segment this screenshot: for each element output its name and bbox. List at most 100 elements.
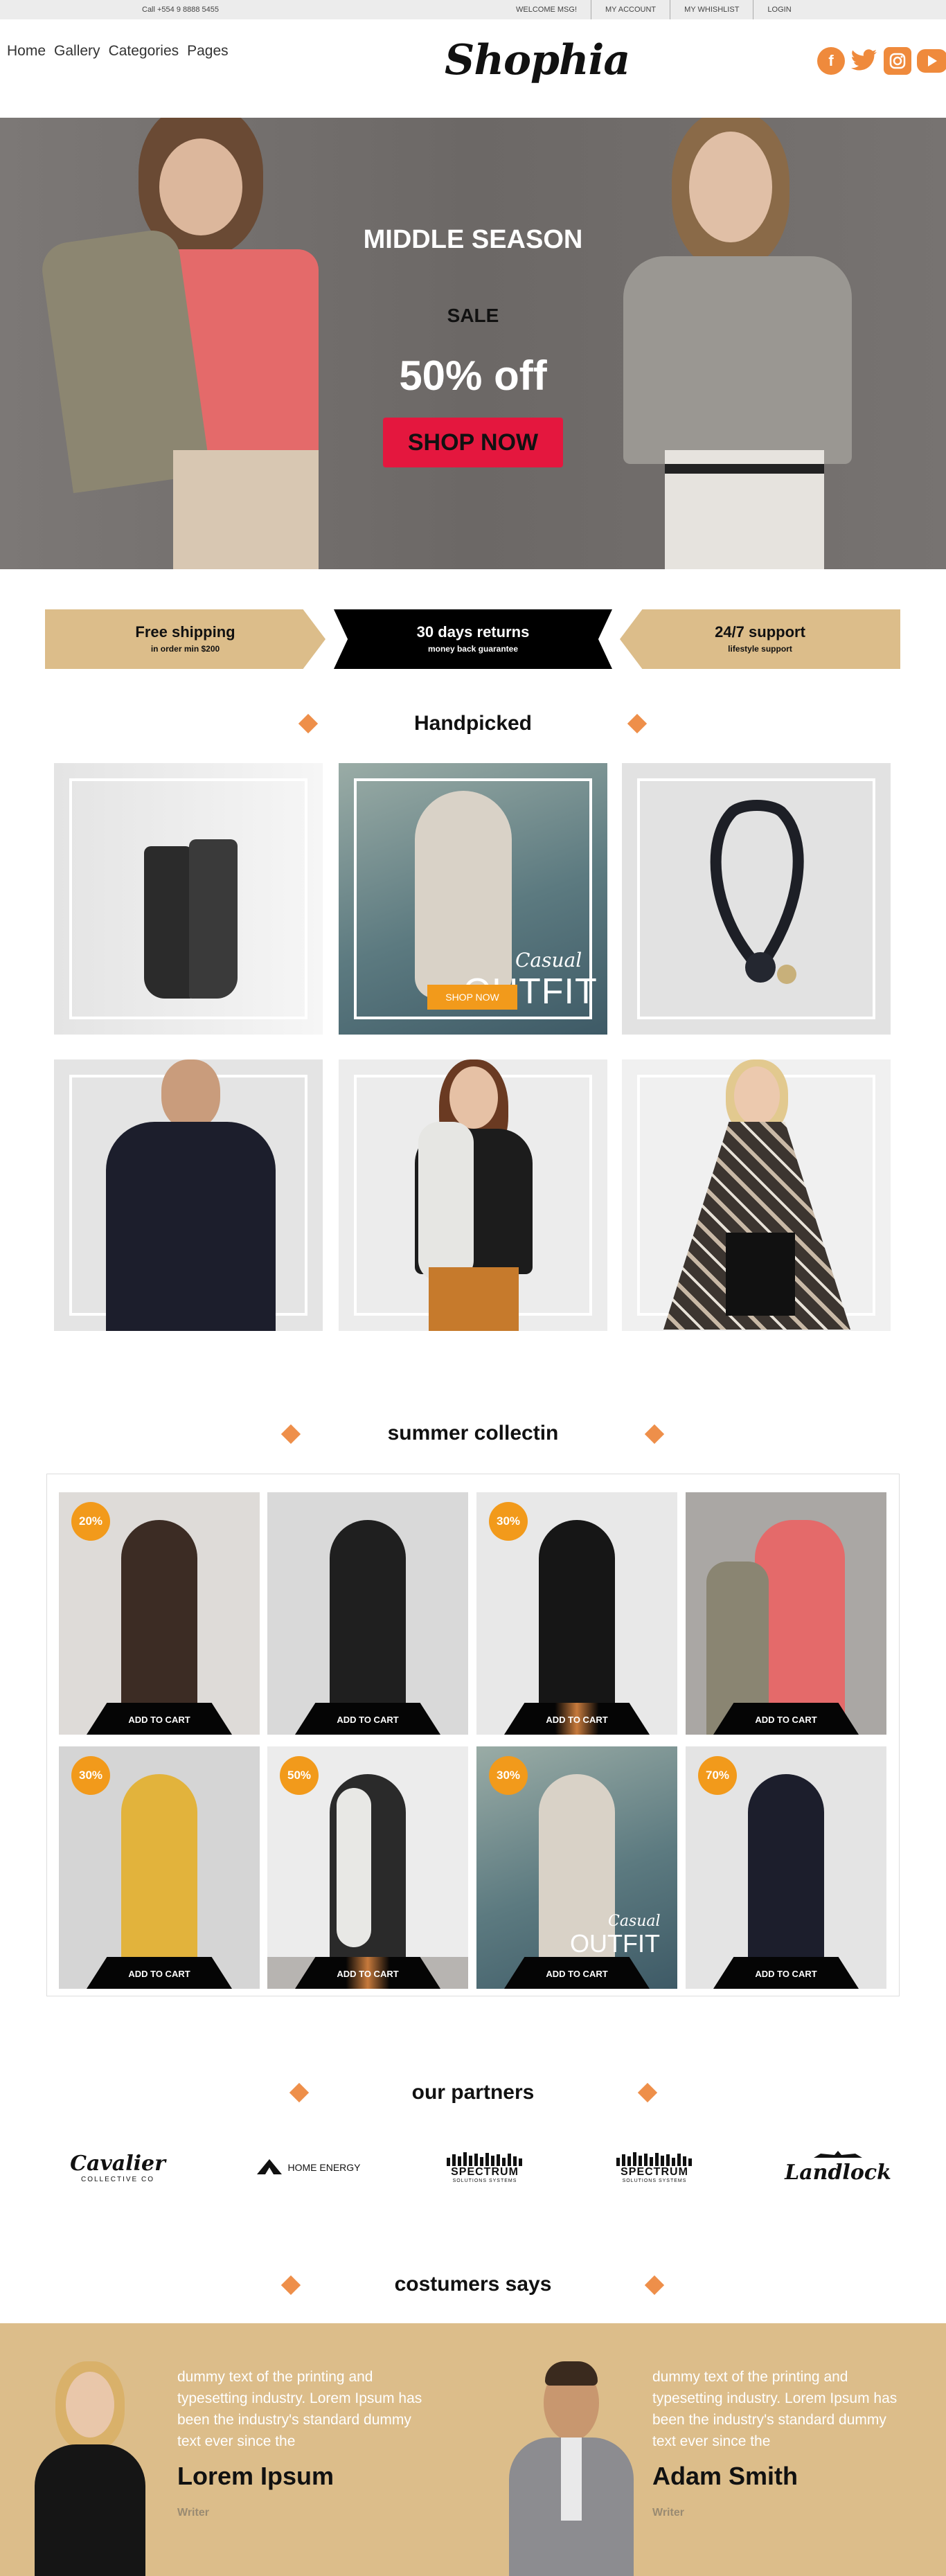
testimonial-avatar [502,2347,634,2576]
login-link[interactable]: LOGIN [753,0,805,19]
man-head [161,1059,220,1129]
add-to-cart-button[interactable]: ADD TO CART [504,1703,650,1735]
testimonial-avatar [28,2347,152,2576]
testimonial-quote: dummy text of the printing and typesetti… [177,2369,422,2449]
testimonial-role: Writer [652,2507,684,2519]
banner-title: Free shipping [135,623,235,641]
outfit-script: Casual [515,949,582,972]
partner-logo-home-energy[interactable]: HOME ENERGY [249,2136,367,2199]
add-to-cart-button[interactable]: ADD TO CART [87,1703,232,1735]
testimonial-role: Writer [177,2507,209,2519]
hero-model-left [38,118,388,569]
handpicked-woman-cape[interactable] [622,1059,891,1331]
product-card[interactable]: ADD TO CART [267,1492,468,1735]
product-card[interactable]: 30% ADD TO CART [476,1492,677,1735]
nav-gallery[interactable]: Gallery [54,43,100,60]
partner-logo-landlock[interactable]: Landlock [783,2136,893,2199]
partner-logo-spectrum[interactable]: SPECTRUM SOLUTIONS SYSTEMS [440,2136,530,2199]
top-bar: Call +554 9 8888 5455 WELCOME MSG! MY AC… [0,0,946,19]
discount-badge: 50% [280,1756,319,1795]
product-image [121,1774,197,1989]
add-to-cart-button[interactable]: ADD TO CART [713,1703,859,1735]
product-image [330,1520,406,1735]
partner-name: HOME ENERGY [287,2162,361,2173]
cape-skirt [726,1233,795,1316]
my-wishlist-link[interactable]: MY WHISHLIST [670,0,754,19]
partner-sub: SOLUTIONS SYSTEMS [622,2178,687,2183]
phone-number: Call +554 9 8888 5455 [142,6,220,14]
instagram-icon[interactable] [884,47,911,75]
woman-scarf [418,1122,474,1281]
handpicked-casual-outfit[interactable]: Casual OUTFIT SHOP NOW [339,763,607,1035]
hero-discount: 50% off [399,352,547,399]
testimonial-name: Adam Smith [652,2462,798,2490]
testimonial-name: Lorem Ipsum [177,2462,334,2490]
discount-badge: 30% [489,1756,528,1795]
handpicked-necklace[interactable] [622,763,891,1035]
testimonial-quote: dummy text of the printing and typesetti… [652,2369,898,2449]
partner-sub: SOLUTIONS SYSTEMS [452,2178,517,2183]
testimonials-section: dummy text of the printing and typesetti… [0,2323,946,2576]
partner-name: SPECTRUM [451,2165,519,2178]
partner-logo-cavalier[interactable]: Cavalier COLLECTIVE CO [62,2136,173,2199]
hero-model-right [561,118,921,569]
hero-banner: MIDDLE SEASON SALE 50% off SHOP NOW [0,118,946,569]
top-links: WELCOME MSG! MY ACCOUNT MY WHISHLIST LOG… [502,0,805,19]
handpicked-title: Handpicked [413,712,533,735]
product-card[interactable]: 30% ADD TO CART [59,1746,260,1989]
banner-subtitle: money back guarantee [427,644,519,654]
outfit-shop-now-button[interactable]: SHOP NOW [427,985,517,1010]
youtube-icon[interactable] [917,49,946,73]
testimonials-title: costumers says [394,2273,552,2296]
add-to-cart-button[interactable]: ADD TO CART [713,1957,859,1989]
partner-name: SPECTRUM [621,2165,688,2178]
product-image [121,1520,197,1735]
product-card[interactable]: 50% ADD TO CART [267,1746,468,1989]
product-image [748,1774,824,1989]
add-to-cart-button[interactable]: ADD TO CART [295,1703,440,1735]
spectrum-bars-icon [447,2152,522,2166]
banner-subtitle: in order min $200 [150,644,220,654]
necklace-image [710,800,804,984]
product-card[interactable]: 20% ADD TO CART [59,1492,260,1735]
banner-subtitle: lifestyle support [728,644,792,654]
spectrum-bars-icon [616,2152,692,2166]
product-card[interactable]: 30% Casual OUTFIT ADD TO CART [476,1746,677,1989]
product-image [539,1520,615,1735]
product-card[interactable]: 70% ADD TO CART [686,1746,886,1989]
nav-categories[interactable]: Categories [109,43,179,60]
hero-title: MIDDLE SEASON [363,225,583,254]
shop-now-button[interactable]: SHOP NOW [383,418,563,467]
add-to-cart-button[interactable]: ADD TO CART [504,1957,650,1989]
partner-name: Landlock [785,2160,891,2185]
banner-free-shipping: Free shipping in order min $200 [45,609,325,669]
partners-title: our partners [411,2081,535,2104]
add-to-cart-button[interactable]: ADD TO CART [87,1957,232,1989]
add-to-cart-button[interactable]: ADD TO CART [295,1957,440,1989]
woman-skirt [429,1267,519,1331]
twitter-icon[interactable] [850,47,878,75]
landlock-plane-icon [814,2150,862,2158]
nav-pages[interactable]: Pages [187,43,229,60]
discount-badge: 30% [489,1502,528,1541]
site-logo[interactable]: Shophia [445,36,630,84]
boots-image [144,846,193,999]
man-shirt [106,1122,276,1331]
welcome-link[interactable]: WELCOME MSG! [502,0,592,19]
my-account-link[interactable]: MY ACCOUNT [591,0,671,19]
partner-logo-spectrum[interactable]: SPECTRUM SOLUTIONS SYSTEMS [609,2136,699,2199]
summer-title: summer collectin [387,1422,559,1444]
product-scarf [337,1788,371,1947]
banner-title: 24/7 support [715,623,805,641]
handpicked-man-shirt[interactable] [54,1059,323,1331]
handpicked-boots[interactable] [54,763,323,1035]
nav-home[interactable]: Home [7,43,46,60]
card-outfit-script: Casual [608,1913,661,1930]
facebook-icon[interactable]: f [817,47,845,75]
handpicked-woman-scarf[interactable] [339,1059,607,1331]
banner-support: 24/7 support lifestyle support [620,609,900,669]
banner-title: 30 days returns [416,623,530,641]
discount-badge: 30% [71,1756,110,1795]
product-card[interactable]: ADD TO CART [686,1492,886,1735]
site-header: Home Gallery Categories Pages Shophia f [0,19,946,118]
